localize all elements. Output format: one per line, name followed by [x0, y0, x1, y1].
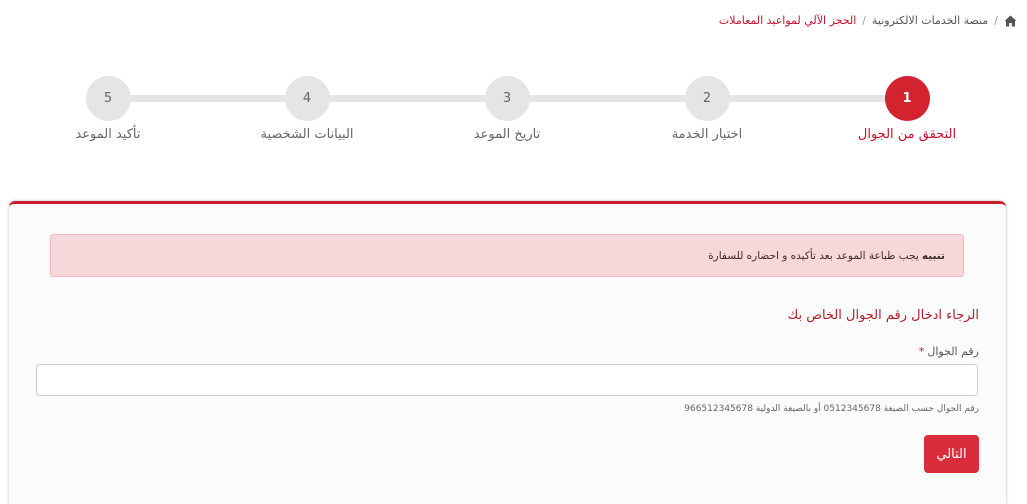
step-label: تأكيد الموعد	[75, 127, 141, 142]
step-number: 5	[85, 76, 131, 121]
step-number: 1	[884, 76, 930, 121]
phone-label-text: رقم الجوال	[927, 345, 979, 358]
warning-alert: تنبيه يجب طباعة الموعد بعد تأكيده و احضا…	[50, 234, 964, 277]
phone-input[interactable]	[36, 364, 978, 396]
phone-label: رقم الجوال*	[919, 345, 979, 358]
required-mark: *	[918, 345, 925, 358]
stepper: 1 التحقق من الجوال 2 اختيار الخدمة 3 تار…	[0, 76, 1027, 156]
step-number: 3	[484, 76, 530, 121]
step-number: 2	[684, 76, 730, 121]
phone-format-hint: رقم الجوال حسب الصيغة 0512345678 أو بالص…	[684, 404, 979, 414]
breadcrumb-item-eservices[interactable]: منصة الخدمات الالكترونية	[872, 14, 988, 27]
next-button[interactable]: التالي	[924, 435, 979, 473]
step-confirm-appointment: 5 تأكيد الموعد	[28, 76, 188, 142]
breadcrumb-separator: /	[994, 14, 998, 27]
step-label: التحقق من الجوال	[857, 127, 957, 142]
step-number: 4	[284, 76, 330, 121]
step-label: اختيار الخدمة	[671, 127, 743, 142]
step-appointment-date: 3 تاريخ الموعد	[427, 76, 587, 142]
home-icon[interactable]	[1004, 15, 1017, 27]
form-heading: الرجاء ادخال رقم الجوال الخاص بك	[787, 308, 979, 323]
breadcrumb-item-appointments: الحجز الآلي لمواعيد المعاملات	[718, 14, 857, 27]
alert-title: تنبيه	[921, 249, 945, 262]
alert-message: يجب طباعة الموعد بعد تأكيده و احضاره للس…	[708, 249, 919, 262]
step-label: تاريخ الموعد	[473, 127, 541, 142]
step-verify-phone: 1 التحقق من الجوال	[827, 76, 987, 142]
step-choose-service: 2 اختيار الخدمة	[627, 76, 787, 142]
breadcrumb: / منصة الخدمات الالكترونية / الحجز الآلي…	[719, 14, 1017, 27]
step-label: البيانات الشخصية	[260, 127, 354, 142]
step-personal-info: 4 البيانات الشخصية	[227, 76, 387, 142]
breadcrumb-separator: /	[862, 14, 867, 27]
form-card: تنبيه يجب طباعة الموعد بعد تأكيده و احضا…	[9, 201, 1006, 504]
